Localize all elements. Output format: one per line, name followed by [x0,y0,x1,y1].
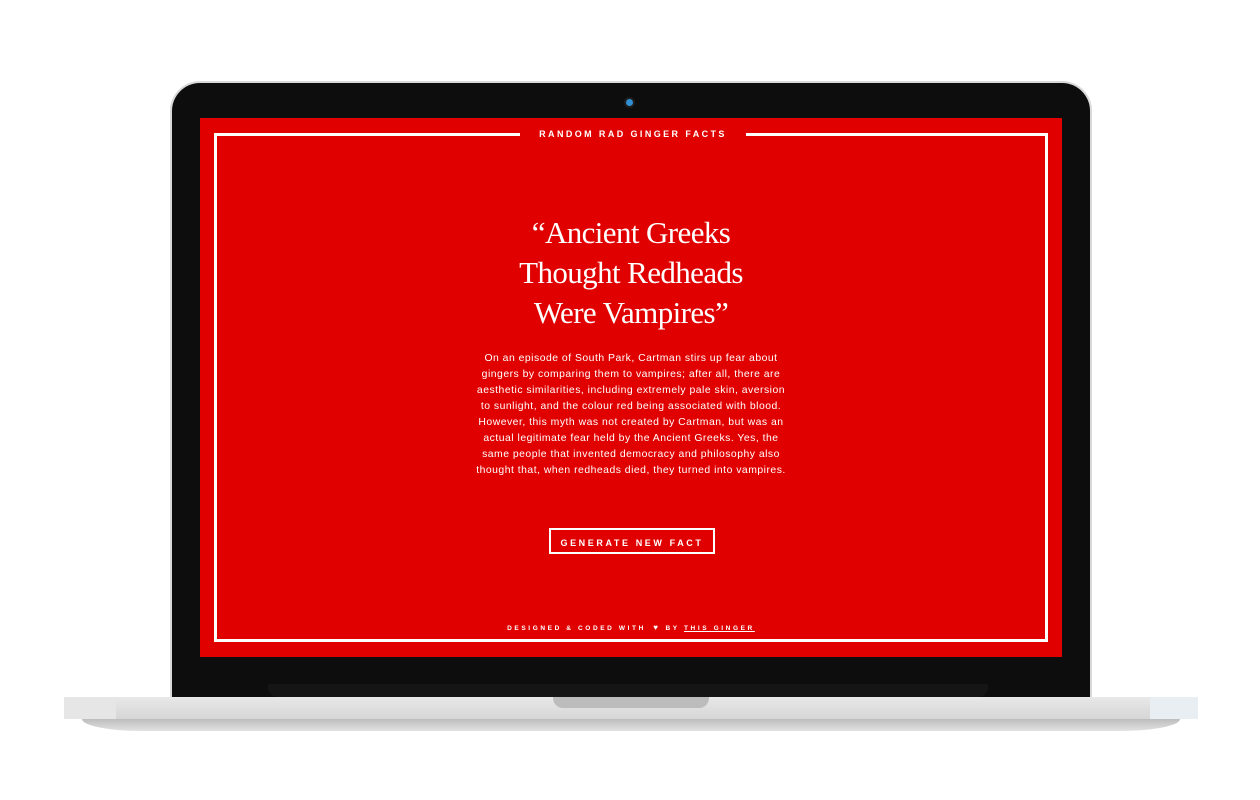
frame-border-top-right [746,133,1048,136]
fact-body: On an episode of South Park, Cartman sti… [476,353,786,476]
frame-border-bottom [214,639,1048,642]
frame-border-right [1045,133,1048,642]
screen: RANDOM RAD GINGER FACTS “Ancient Greeks … [200,118,1062,657]
headline-line-1: “Ancient Greeks [531,215,731,250]
heart-icon: ♥ [653,623,659,632]
headline-line-3: Were Vampires” [533,295,729,330]
footer-by: BY [665,625,680,632]
fact-headline: “Ancient Greeks Thought Redheads Were Va… [381,213,881,333]
footer-credit: DESIGNED & CODED WITH ♥ BY THIS GINGER [381,623,881,634]
laptop-hinge [268,684,988,697]
site-title: RANDOM RAD GINGER FACTS [539,129,727,139]
generate-new-fact-button[interactable]: GENERATE NEW FACT [549,528,715,554]
frame-border-top-left [214,133,520,136]
laptop-base-right-edge [1150,697,1198,719]
headline-line-2: Thought Redheads [519,255,743,290]
frame-border-left [214,133,217,642]
laptop-opening-notch [553,697,709,708]
laptop-mockup: RANDOM RAD GINGER FACTS “Ancient Greeks … [0,0,1260,800]
laptop-base-bottom [82,719,1180,731]
laptop-base-left-edge [64,697,116,719]
footer-prefix: DESIGNED & CODED WITH [507,625,646,632]
laptop-lid: RANDOM RAD GINGER FACTS “Ancient Greeks … [172,83,1090,703]
webcam-icon [626,99,633,106]
author-link[interactable]: THIS GINGER [684,625,755,632]
